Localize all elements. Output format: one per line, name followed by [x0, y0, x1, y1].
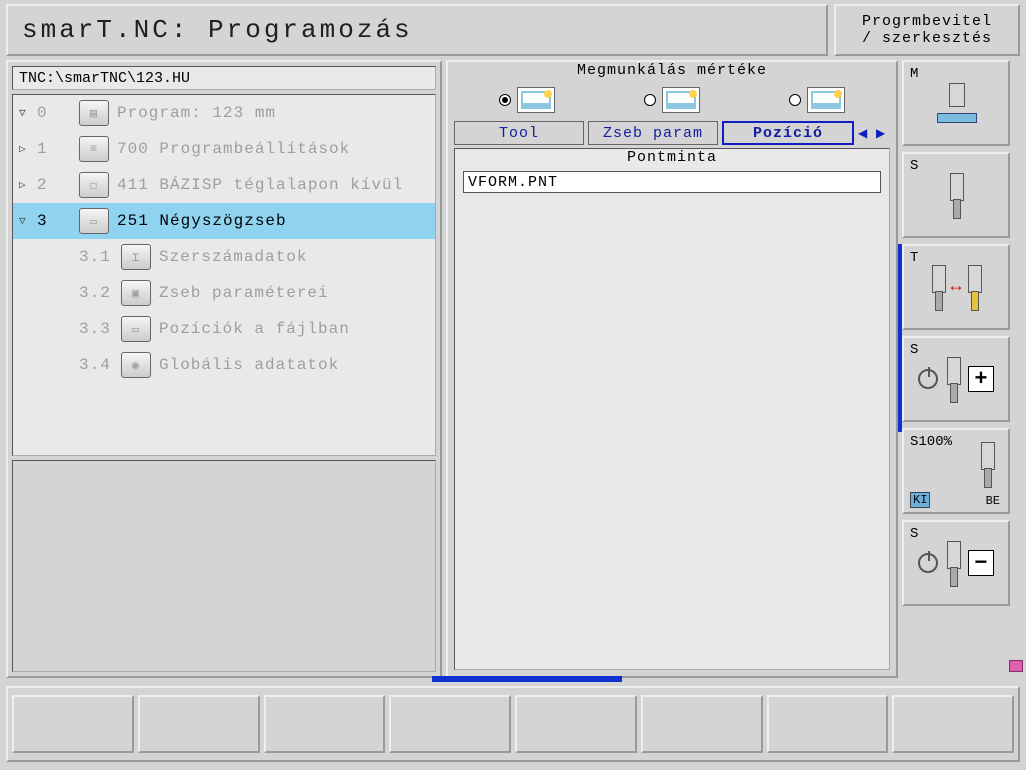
bottom-softkey-5[interactable] — [515, 695, 637, 753]
pocket-icon: ▭ — [79, 208, 109, 234]
tree-row-number: 3.1 — [79, 248, 113, 266]
tree-row-label: 700 Programbeállítások — [117, 140, 350, 158]
tree-row[interactable]: 3.1 ⌶ Szerszámadatok — [13, 239, 435, 275]
bottom-softkey-6[interactable] — [641, 695, 763, 753]
pattern-file-input[interactable]: VFORM.PNT — [463, 171, 881, 193]
radio-icon — [644, 94, 656, 106]
expand-icon[interactable]: ▽ — [19, 214, 29, 228]
globe-icon: ◉ — [121, 352, 151, 378]
softkey-s-tool[interactable]: S — [902, 152, 1010, 238]
speed-toggle-icon: KI BE — [904, 430, 1008, 512]
detail-body: Pontminta VFORM.PNT — [454, 148, 890, 670]
base-icon: ◻ — [79, 172, 109, 198]
tab-pocket-param[interactable]: Zseb param — [588, 121, 718, 145]
softkey-m-machine[interactable]: M — [902, 60, 1010, 146]
program-tree[interactable]: ▽ 0 ▤ Program: 123 mm ▷ 1 ≡ 700 Programbeállítá… — [12, 94, 436, 456]
tree-row-label: Szerszámadatok — [159, 248, 307, 266]
machine-icon — [904, 62, 1008, 144]
tree-row-label: Pozíciók a fájlban — [159, 320, 350, 338]
expand-icon[interactable]: ▷ — [19, 142, 29, 156]
tree-row-number: 3.4 — [79, 356, 113, 374]
strategy-icon-2 — [662, 87, 700, 113]
strategy-option-3[interactable] — [789, 87, 845, 113]
status-indicator-icon — [1009, 660, 1023, 672]
bottom-softkey-1[interactable] — [12, 695, 134, 753]
settings-icon: ≡ — [79, 136, 109, 162]
program-icon: ▤ — [79, 100, 109, 126]
tab-position[interactable]: Pozíció — [722, 121, 854, 145]
softkey-page-indicator — [432, 676, 622, 682]
strategy-icon-3 — [807, 87, 845, 113]
bottom-softkey-3[interactable] — [264, 695, 386, 753]
tree-row-number: 0 — [37, 104, 71, 122]
tree-row-label: 251 Négyszögzseb — [117, 212, 287, 230]
positions-icon: ▭ — [121, 316, 151, 342]
radio-icon — [789, 94, 801, 106]
tab-scroll-left-icon[interactable]: ◀ — [858, 126, 872, 140]
softkey-t-toolchange[interactable]: T ↔ — [902, 244, 1010, 330]
detail-heading: Megmunkálás mértéke — [448, 62, 896, 82]
feed-plus-icon: + — [904, 338, 1008, 420]
be-label: BE — [984, 494, 1002, 508]
tree-row-label: Program: 123 mm — [117, 104, 276, 122]
strategy-icon-1 — [517, 87, 555, 113]
radio-icon — [499, 94, 511, 106]
tab-tool[interactable]: Tool — [454, 121, 584, 145]
tool-change-icon: ↔ — [904, 246, 1008, 328]
tree-row[interactable]: ▷ 2 ◻ 411 BÁZISP téglalapon kívül — [13, 167, 435, 203]
bottom-softkey-2[interactable] — [138, 695, 260, 753]
ki-label: KI — [910, 492, 930, 508]
feed-minus-icon: − — [904, 522, 1008, 604]
softkey-s-feed-minus[interactable]: S − — [902, 520, 1010, 606]
strategy-option-1[interactable] — [499, 87, 555, 113]
tree-row-label: Zseb paraméterei — [159, 284, 329, 302]
tree-row[interactable]: ▷ 1 ≡ 700 Programbeállítások — [13, 131, 435, 167]
tool-icon — [904, 154, 1008, 236]
tree-row[interactable]: ▽ 3 ▭ 251 Négyszögzseb — [13, 203, 435, 239]
program-path: TNC:\smarTNC\123.HU — [12, 66, 436, 90]
tree-row[interactable]: 3.2 ▣ Zseb paraméterei — [13, 275, 435, 311]
bottom-softkey-4[interactable] — [389, 695, 511, 753]
tree-row-label: 411 BÁZISP téglalapon kívül — [117, 176, 403, 194]
mode-line-2: / szerkesztés — [862, 30, 992, 47]
tooldata-icon: ⌶ — [121, 244, 151, 270]
tree-row-number: 1 — [37, 140, 71, 158]
detail-tabs: Tool Zseb param Pozíció ◀ ▶ — [448, 118, 896, 148]
app-title: smarT.NC: Programozás — [6, 4, 828, 56]
tab-scroll-right-icon[interactable]: ▶ — [876, 126, 890, 140]
detail-body-title: Pontminta — [455, 149, 889, 171]
strategy-radio-row — [448, 82, 896, 118]
mode-line-1: Progrmbevitel — [862, 13, 992, 30]
tree-row[interactable]: 3.4 ◉ Globális adatatok — [13, 347, 435, 383]
bottom-softkey-7[interactable] — [767, 695, 889, 753]
tree-row-number: 3 — [37, 212, 71, 230]
mode-indicator: Progrmbevitel / szerkesztés — [834, 4, 1020, 56]
strategy-option-2[interactable] — [644, 87, 700, 113]
tree-row-label: Globális adatatok — [159, 356, 339, 374]
program-tree-panel: TNC:\smarTNC\123.HU ▽ 0 ▤ Program: 123 mm ▷ 1… — [6, 60, 442, 678]
expand-icon[interactable]: ▽ — [19, 106, 29, 120]
expand-icon[interactable]: ▷ — [19, 178, 29, 192]
bottom-softkey-row — [6, 686, 1020, 762]
tree-row-number: 2 — [37, 176, 71, 194]
detail-panel: Megmunkálás mértéke Tool Zseb param Pozí… — [446, 60, 898, 678]
softkey-speed-toggle[interactable]: S100% KI BE — [902, 428, 1010, 514]
tree-row-number: 3.3 — [79, 320, 113, 338]
right-softkey-column: M S T ↔ S + S100% KI BE — [902, 60, 1016, 678]
tree-row-number: 3.2 — [79, 284, 113, 302]
softkey-s-feed-plus[interactable]: S + — [902, 336, 1010, 422]
bottom-softkey-8[interactable] — [892, 695, 1014, 753]
tree-row[interactable]: 3.3 ▭ Pozíciók a fájlban — [13, 311, 435, 347]
pocketparam-icon: ▣ — [121, 280, 151, 306]
tree-row[interactable]: ▽ 0 ▤ Program: 123 mm — [13, 95, 435, 131]
tree-empty-area — [12, 460, 436, 672]
